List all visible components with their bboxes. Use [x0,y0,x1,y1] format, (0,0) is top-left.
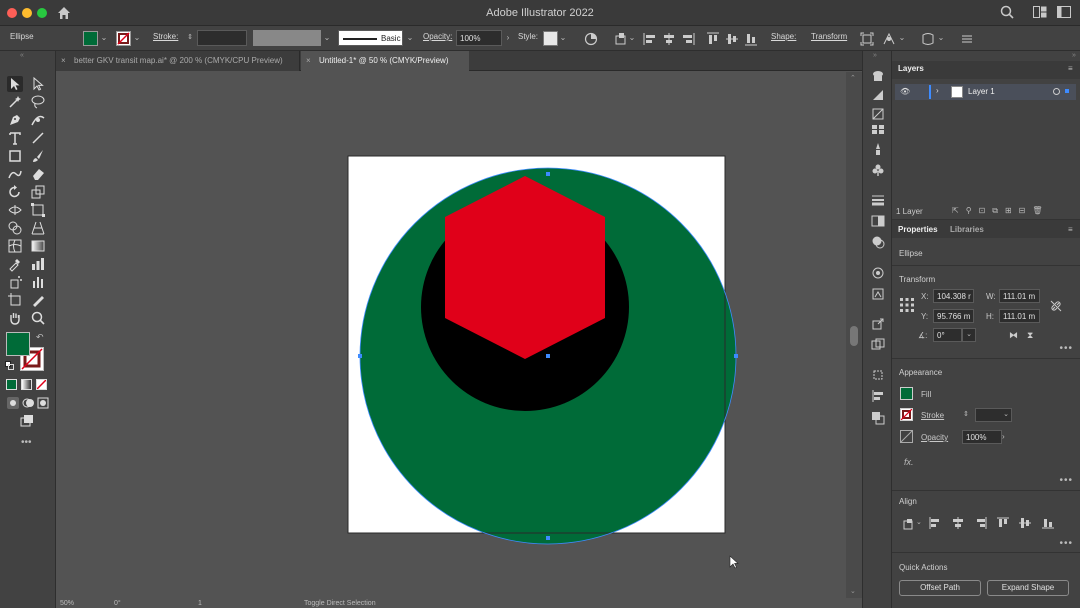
align-section-title: Align [899,497,917,506]
anchor-point-bottom[interactable] [546,536,550,540]
transform-section-title: Transform [899,275,936,284]
properties-menu-icon[interactable]: ≡ [1068,225,1073,234]
swatches-panel-icon[interactable] [871,122,885,136]
object-type: Ellipse [899,249,923,258]
expand-layer-chevron-icon[interactable]: › [936,86,939,95]
align-to-chevron-icon[interactable]: ⌄ [916,518,922,526]
scroll-down-icon[interactable]: ⌄ [850,587,856,595]
rotate-dropdown-chevron-icon[interactable]: ⌄ [962,328,976,342]
rotate-angle-icon: ∡: [918,331,928,340]
offset-path-button[interactable]: Offset Path [899,580,981,596]
artboards-panel-icon[interactable] [871,338,885,352]
anchor-point-top[interactable] [546,172,550,176]
tab-libraries[interactable]: Libraries [950,225,984,234]
y-label: Y: [921,312,929,321]
graphic-styles-icon[interactable] [871,266,885,280]
rotation-angle[interactable]: 0° [114,600,121,607]
appearance-stroke-swatch[interactable] [900,408,913,421]
collapse-panels-icon[interactable]: » [1072,52,1076,59]
transform-panel-icon[interactable] [871,368,885,382]
align-top-edges-icon[interactable] [997,517,1009,529]
appearance-panel-icon[interactable] [871,235,885,249]
export-asset-icon[interactable] [871,317,885,331]
fill-swatch-large[interactable] [6,332,30,356]
flip-horizontal-icon[interactable]: ⧓ [1009,330,1018,341]
selected-art-indicator [1065,89,1069,93]
align-vertical-centers-icon[interactable] [1019,517,1031,529]
constrain-proportions-link-icon[interactable] [1050,300,1062,312]
align-panel-icon[interactable] [871,389,885,403]
reference-point-icon[interactable] [899,297,915,313]
layer-color-bar [929,85,931,99]
layer-row-layer-1[interactable]: 👁 › Layer 1 [895,84,1076,100]
mouse-cursor-icon [729,555,739,569]
layers-footer-icons[interactable]: ⇱⚲⊡⧉⊞⊟🗑 [952,206,1050,216]
zoom-level[interactable]: 50% [60,600,74,607]
brushes-panel-icon[interactable] [871,142,885,156]
width-field[interactable]: 111.01 m [999,289,1040,303]
fill-label: Fill [921,390,932,399]
layer-name[interactable]: Layer 1 [968,87,995,96]
vertical-scroll-thumb[interactable] [850,326,858,346]
no-stroke-icon [900,408,913,421]
symbols-panel-icon[interactable] [871,69,885,83]
transparency-panel-icon[interactable] [871,214,885,228]
symbols-club-icon[interactable] [871,163,885,177]
pathfinder-panel-icon[interactable] [871,411,885,425]
target-circle-icon[interactable] [1053,88,1060,95]
anchor-point-left[interactable] [358,354,362,358]
vertical-scrollbar[interactable]: ⌃ ⌄ [846,72,862,598]
opacity-chevron-icon[interactable]: › [1002,430,1012,444]
status-bar: 50% 0° 1 Toggle Direct Selection [56,600,456,608]
h-label: H: [986,312,994,321]
tab-layers[interactable]: Layers [898,64,924,73]
fill-swatch-color [7,333,29,355]
visibility-eye-icon[interactable]: 👁 [900,87,910,96]
x-position-field[interactable]: 104.308 r [933,289,974,303]
tab-properties[interactable]: Properties [898,225,938,234]
align-horizontal-centers-icon[interactable] [952,517,964,529]
color-guide-icon[interactable] [871,107,885,121]
stroke-panel-icon[interactable] [871,193,885,207]
stroke-weight-chevron-icon[interactable]: ⌄ [1000,408,1012,422]
fx-effects-button[interactable]: fx. [904,457,914,467]
image-trace-icon[interactable] [871,287,885,301]
flip-vertical-icon[interactable]: ⧗ [1027,330,1033,341]
rotate-field[interactable]: 0° [933,328,962,342]
layer-thumbnail [951,86,963,98]
expand-shape-button[interactable]: Expand Shape [987,580,1069,596]
align-bottom-edges-icon[interactable] [1042,517,1054,529]
opacity-label[interactable]: Opacity [921,433,948,442]
align-to-selection-icon[interactable] [902,517,916,531]
quick-actions-title: Quick Actions [899,563,948,572]
w-label: W: [986,292,996,301]
x-label: X: [921,292,929,301]
opacity-field[interactable]: 100% [962,430,1002,444]
align-right-edges-icon[interactable] [975,517,987,529]
center-point [546,354,550,358]
y-position-field[interactable]: 95.766 m [933,309,974,323]
scroll-up-icon[interactable]: ⌃ [850,74,856,82]
anchor-point-right[interactable] [734,354,738,358]
align-more-options-icon[interactable]: ••• [1059,538,1073,549]
layers-menu-icon[interactable]: ≡ [1068,64,1073,73]
transform-more-options-icon[interactable]: ••• [1059,343,1073,354]
appearance-more-options-icon[interactable]: ••• [1059,475,1073,486]
collapse-dock-icon[interactable]: » [873,52,877,59]
stroke-label[interactable]: Stroke [921,411,944,420]
gradient-panel-icon[interactable] [871,88,885,102]
status-tool-label: Toggle Direct Selection [304,600,376,607]
appearance-section-title: Appearance [899,368,943,377]
appearance-fill-color [901,388,912,399]
height-field[interactable]: 111.01 m [999,309,1040,323]
right-panels: » Layers ≡ 👁 › Layer 1 1 Layer ⇱⚲⊡⧉⊞⊟🗑 P… [892,51,1080,608]
artboard-number[interactable]: 1 [198,600,202,607]
panel-dock: » [862,51,892,608]
layer-count: 1 Layer [896,207,923,216]
appearance-fill-swatch[interactable] [900,387,913,400]
stroke-weight-stepper-icon[interactable]: ⇕ [963,408,973,422]
opacity-icon [900,430,913,443]
align-left-edges-icon[interactable] [929,517,941,529]
